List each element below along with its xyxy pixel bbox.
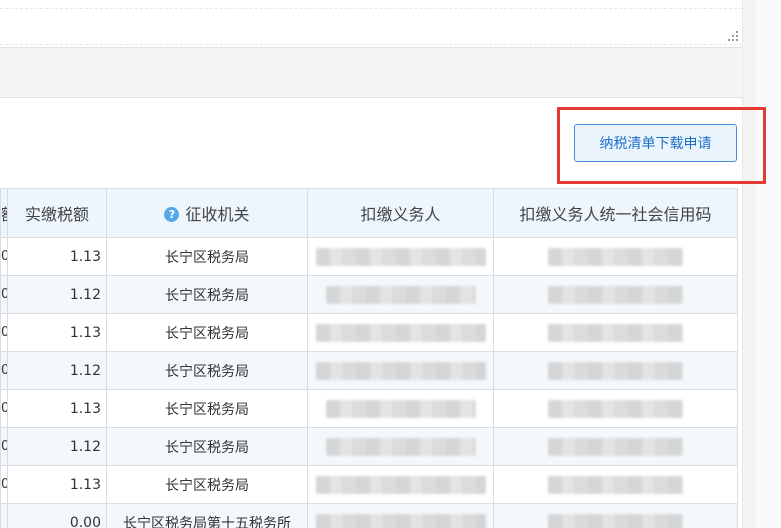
withholder-cell-redacted (307, 427, 494, 466)
column-header-label: 征收机关 (185, 205, 250, 224)
table-row[interactable]: 0 1.12 长宁区税务局 (0, 427, 738, 466)
authority-cell: 长宁区税务局 (106, 275, 308, 314)
remarks-textarea[interactable] (0, 0, 742, 48)
paid-tax-cell: 1.13 (7, 389, 107, 428)
column-header-withholder[interactable]: 扣缴义务人 (307, 188, 494, 238)
column-header-credit-code[interactable]: 扣缴义务人统一社会信用码 (493, 188, 738, 238)
truncated-cell: 0 (0, 389, 8, 428)
credit-code-cell-redacted (493, 427, 738, 466)
credit-code-cell-redacted (493, 351, 738, 390)
truncated-cell (0, 503, 8, 528)
withholder-cell-redacted (307, 465, 494, 504)
toolbar-band (0, 48, 742, 98)
withholder-cell-redacted (307, 275, 494, 314)
credit-code-cell-redacted (493, 275, 738, 314)
withholder-cell-redacted (307, 389, 494, 428)
table-header-row: 额 实缴税额 ? 征收机关 扣缴义务人 扣缴义务人统一社会信用码 (0, 188, 738, 238)
withholder-cell-redacted (307, 237, 494, 276)
resize-grip-icon[interactable] (727, 30, 739, 42)
table-row[interactable]: 0 1.13 长宁区税务局 (0, 465, 738, 504)
truncated-cell: 0 (0, 275, 8, 314)
paid-tax-cell: 1.12 (7, 275, 107, 314)
paid-tax-cell: 1.13 (7, 465, 107, 504)
question-circle-icon[interactable]: ? (164, 207, 180, 222)
table-row[interactable]: 0 1.13 长宁区税务局 (0, 237, 738, 276)
tax-records-table: 额 实缴税额 ? 征收机关 扣缴义务人 扣缴义务人统一社会信用码 0 1.13 长… (0, 188, 738, 528)
table-row[interactable]: 0.00 长宁区税务局第十五税务所 (0, 503, 738, 528)
paid-tax-cell: 1.13 (7, 313, 107, 352)
divider (0, 8, 742, 9)
authority-cell: 长宁区税务局 (106, 313, 308, 352)
table-row[interactable]: 0 1.13 长宁区税务局 (0, 389, 738, 428)
paid-tax-cell: 0.00 (7, 503, 107, 528)
truncated-cell: 0 (0, 351, 8, 390)
table-row[interactable]: 0 1.12 长宁区税务局 (0, 351, 738, 390)
truncated-cell: 0 (0, 465, 8, 504)
truncated-cell: 0 (0, 427, 8, 466)
truncated-cell: 0 (0, 313, 8, 352)
credit-code-cell-redacted (493, 313, 738, 352)
withholder-cell-redacted (307, 313, 494, 352)
authority-cell: 长宁区税务局第十五税务所 (106, 503, 308, 528)
column-header-truncated: 额 (0, 188, 8, 238)
tax-list-download-apply-button[interactable]: 纳税清单下载申请 (574, 124, 737, 162)
truncated-cell: 0 (0, 237, 8, 276)
column-header-paid-tax[interactable]: 实缴税额 (7, 188, 107, 238)
credit-code-cell-redacted (493, 389, 738, 428)
withholder-cell-redacted (307, 351, 494, 390)
withholder-cell-redacted (307, 503, 494, 528)
authority-cell: 长宁区税务局 (106, 351, 308, 390)
authority-cell: 长宁区税务局 (106, 427, 308, 466)
table-row[interactable]: 0 1.12 长宁区税务局 (0, 275, 738, 314)
divider (0, 44, 742, 45)
credit-code-cell-redacted (493, 465, 738, 504)
authority-cell: 长宁区税务局 (106, 465, 308, 504)
authority-cell: 长宁区税务局 (106, 237, 308, 276)
column-header-authority[interactable]: ? 征收机关 (106, 188, 308, 238)
paid-tax-cell: 1.12 (7, 427, 107, 466)
paid-tax-cell: 1.12 (7, 351, 107, 390)
paid-tax-cell: 1.13 (7, 237, 107, 276)
scrollbar-track (756, 0, 781, 528)
credit-code-cell-redacted (493, 237, 738, 276)
credit-code-cell-redacted (493, 503, 738, 528)
authority-cell: 长宁区税务局 (106, 389, 308, 428)
table-row[interactable]: 0 1.13 长宁区税务局 (0, 313, 738, 352)
